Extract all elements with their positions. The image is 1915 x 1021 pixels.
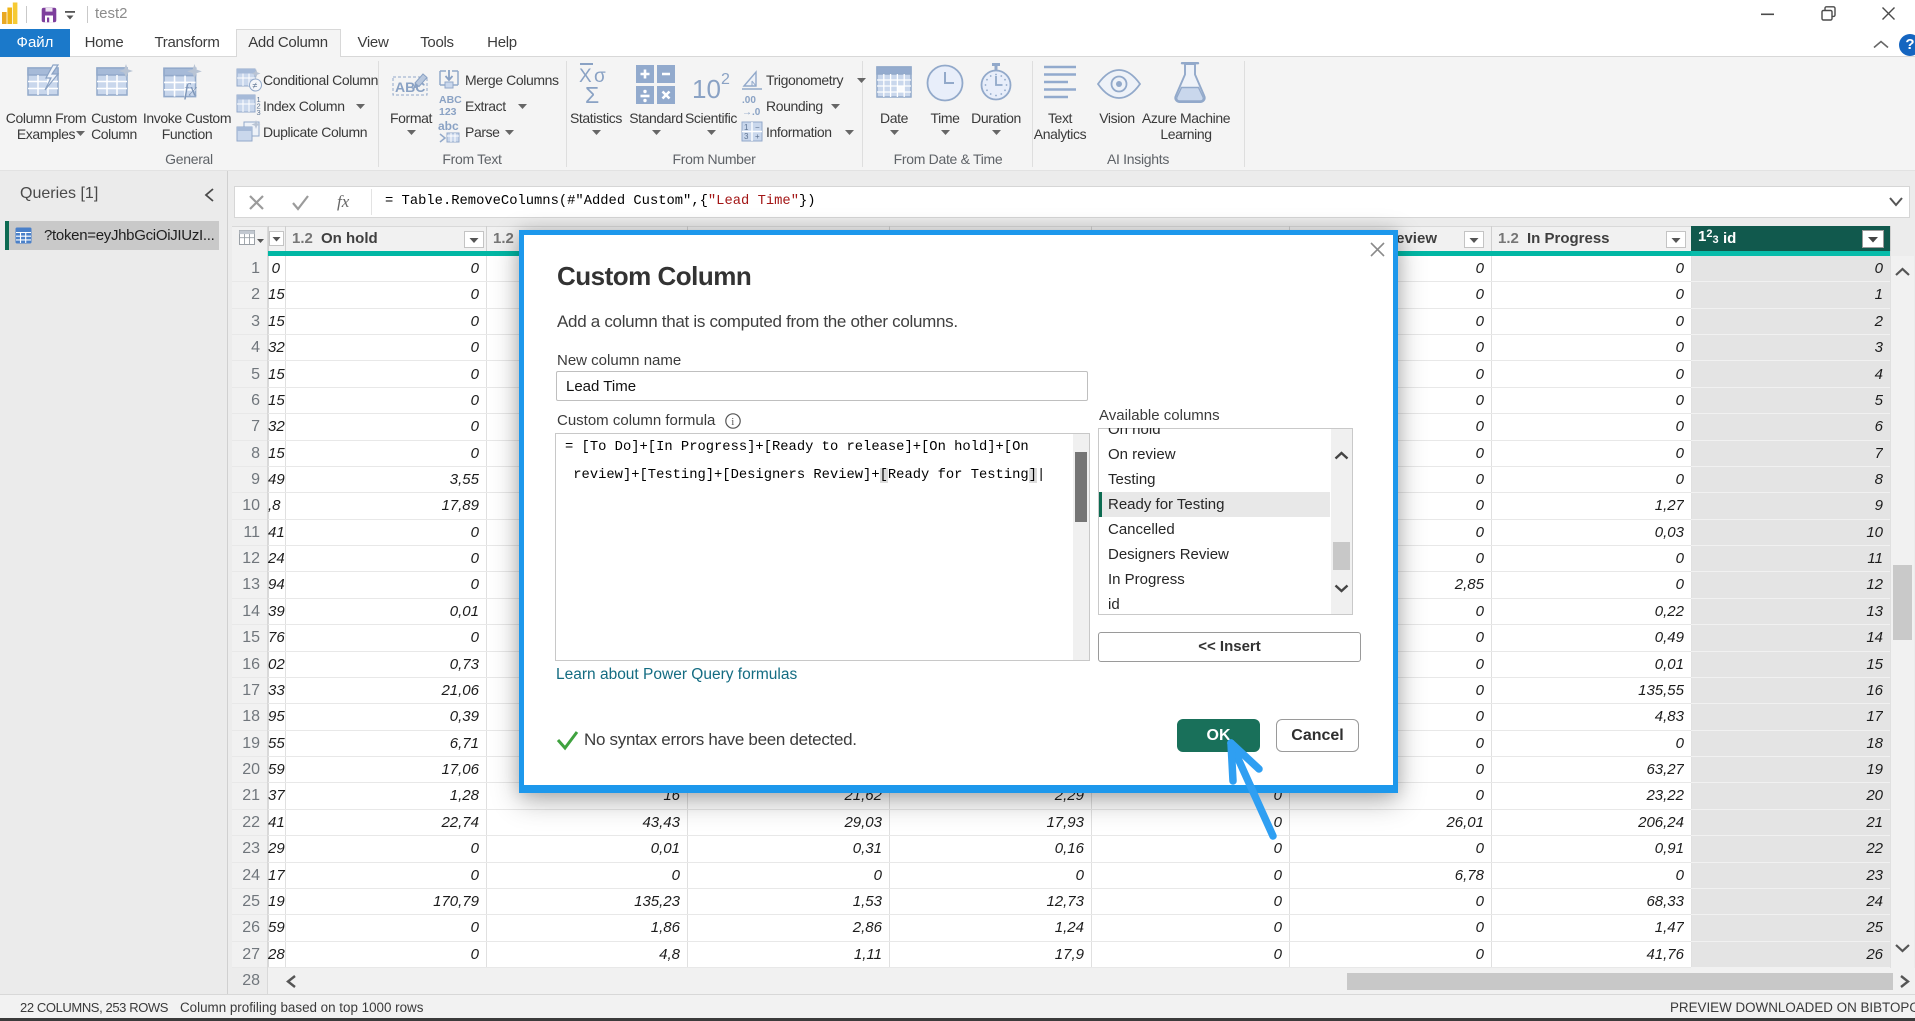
svg-text:≠: ≠ (253, 81, 258, 91)
svg-text:i: i (731, 416, 734, 428)
svg-text:10: 10 (692, 74, 721, 104)
svg-text:.00: .00 (742, 95, 756, 106)
svg-text:Σ: Σ (585, 82, 599, 108)
svg-text:+: + (755, 132, 760, 141)
svg-text:fx: fx (184, 80, 197, 100)
svg-text:3: 3 (744, 132, 749, 141)
svg-text:2: 2 (721, 71, 730, 88)
svg-text:ABC: ABC (439, 94, 462, 106)
